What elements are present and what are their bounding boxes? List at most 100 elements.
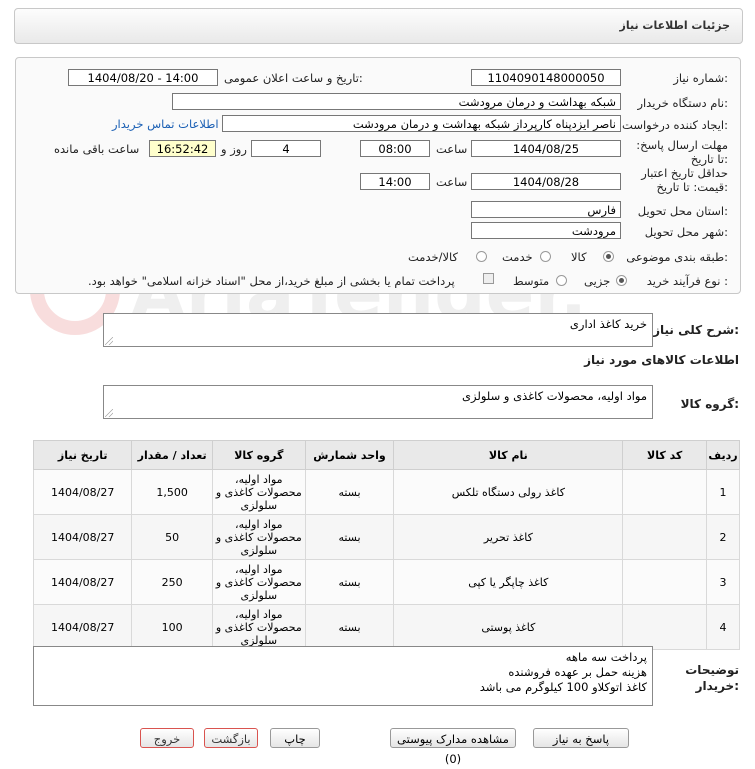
deadline-label: مهلت ارسال پاسخ: تا تاریخ: <box>636 138 728 166</box>
cell-group: مواد اولیه، محصولات کاغذی و سلولزی <box>211 559 306 605</box>
cell-group: مواد اولیه، محصولات کاغذی و سلولزی <box>211 514 306 560</box>
category-radio-service[interactable] <box>540 251 551 262</box>
process-option-minor: جزیی <box>584 274 611 288</box>
table-row: 1 کاغذ رولی دستگاه تلکس بسته مواد اولیه،… <box>32 469 740 515</box>
cell-name: کاغذ چاپگر یا کپی <box>393 559 624 605</box>
deadline-time-label: ساعت <box>436 142 468 156</box>
remaining-time-label: ساعت باقی مانده <box>54 142 140 156</box>
column-header-date: تاریخ نیاز <box>32 440 133 470</box>
cell-name: کاغذ پوستی <box>393 604 624 650</box>
view-attachments-button[interactable]: مشاهده مدارک پیوستی (0) <box>390 728 516 766</box>
goods-info-title: اطلاعات کالاهای مورد نیاز <box>584 353 739 367</box>
days-remaining-field: 4 <box>251 140 321 157</box>
category-option-service: خدمت <box>502 250 533 264</box>
buyer-notes-line: کاغذ اتوکلاو 100 کیلوگرم می باشد <box>479 680 647 694</box>
goods-group-field: مواد اولیه، محصولات کاغذی و سلولزی <box>103 385 653 419</box>
cell-date: 1404/08/27 <box>32 469 133 515</box>
process-radio-minor[interactable] <box>616 275 627 286</box>
cell-date: 1404/08/27 <box>32 604 133 650</box>
table-row: 2 کاغذ تحریر بسته مواد اولیه، محصولات کا… <box>32 514 740 560</box>
cell-unit: بسته <box>304 514 395 560</box>
cell-code <box>622 559 708 605</box>
process-radio-medium[interactable] <box>556 275 567 286</box>
column-header-quantity: تعداد / مقدار <box>131 440 213 470</box>
cell-row-number: 1 <box>706 469 740 515</box>
page-header: جزئیات اطلاعات نیاز <box>14 8 743 44</box>
need-number-field: 1104090148000050 <box>471 69 621 86</box>
buyer-notes-line: پرداخت سه ماهه <box>565 650 647 664</box>
days-label: روز و <box>221 142 247 156</box>
page-title: جزئیات اطلاعات نیاز <box>619 19 731 32</box>
province-field: فارس <box>471 201 621 218</box>
column-header-unit: واحد شمارش <box>304 440 395 470</box>
city-label: شهر محل تحویل: <box>644 225 728 239</box>
cell-date: 1404/08/27 <box>32 559 133 605</box>
creator-field: ناصر ایزدپناه کارپرداز شبکه بهداشت و درم… <box>222 115 621 132</box>
goods-table: ردیف کد کالا نام کالا واحد شمارش گروه کا… <box>32 440 740 650</box>
goods-group-text: مواد اولیه، محصولات کاغذی و سلولزی <box>462 389 647 403</box>
cell-quantity: 100 <box>131 604 213 650</box>
column-header-code: کد کالا <box>622 440 708 470</box>
cell-code <box>622 604 708 650</box>
buyer-notes-field: پرداخت سه ماهه هزینه حمل بر عهده فروشنده… <box>33 646 653 706</box>
cell-unit: بسته <box>304 559 395 605</box>
category-radio-goods[interactable] <box>603 251 614 262</box>
treasury-payment-checkbox[interactable] <box>483 273 494 284</box>
summary-field: خرید کاغذ اداری <box>103 313 653 347</box>
cell-quantity: 50 <box>131 514 213 560</box>
exit-button[interactable]: خروج <box>140 728 194 748</box>
cell-row-number: 4 <box>706 604 740 650</box>
resize-handle-icon[interactable] <box>105 337 113 345</box>
table-header-row: ردیف کد کالا نام کالا واحد شمارش گروه کا… <box>32 440 740 470</box>
category-option-goods: کالا <box>571 250 587 264</box>
process-type-label: نوع فرآیند خرید : <box>646 274 728 288</box>
cell-group: مواد اولیه، محصولات کاغذی و سلولزی <box>211 469 306 515</box>
goods-group-label: گروه کالا: <box>680 397 739 411</box>
announce-field: 1404/08/20 - 14:00 <box>68 69 218 86</box>
validity-date-field: 1404/08/28 <box>471 173 621 190</box>
cell-name: کاغذ تحریر <box>393 514 624 560</box>
process-option-medium: متوسط <box>513 274 550 288</box>
cell-code <box>622 514 708 560</box>
deadline-date-field: 1404/08/25 <box>471 140 621 157</box>
summary-label: شرح کلی نیاز: <box>653 323 739 337</box>
table-row: 3 کاغذ چاپگر یا کپی بسته مواد اولیه، محص… <box>32 559 740 605</box>
cell-quantity: 250 <box>131 559 213 605</box>
cell-name: کاغذ رولی دستگاه تلکس <box>393 469 624 515</box>
deadline-time-field: 08:00 <box>360 140 430 157</box>
province-label: استان محل تحویل: <box>637 204 728 218</box>
column-header-row-number: ردیف <box>706 440 740 470</box>
reply-to-need-button[interactable]: پاسخ به نیاز <box>533 728 629 748</box>
resize-handle-icon[interactable] <box>105 409 113 417</box>
need-number-label: شماره نیاز: <box>673 71 728 85</box>
buyer-notes-line: هزینه حمل بر عهده فروشنده <box>508 665 647 679</box>
cell-row-number: 3 <box>706 559 740 605</box>
contact-buyer-link[interactable]: اطلاعات تماس خریدار <box>112 117 219 131</box>
buyer-org-label: نام دستگاه خریدار: <box>637 96 728 110</box>
cell-row-number: 2 <box>706 514 740 560</box>
column-header-name: نام کالا <box>393 440 624 470</box>
cell-unit: بسته <box>304 604 395 650</box>
validity-time-field: 14:00 <box>360 173 430 190</box>
print-button[interactable]: چاپ <box>270 728 320 748</box>
table-row: 4 کاغذ پوستی بسته مواد اولیه، محصولات کا… <box>32 604 740 650</box>
validity-time-label: ساعت <box>436 175 468 189</box>
cell-date: 1404/08/27 <box>32 514 133 560</box>
validity-label: حداقل تاریخ اعتبار قیمت: تا تاریخ: <box>641 166 728 194</box>
cell-unit: بسته <box>304 469 395 515</box>
category-radio-goods-service[interactable] <box>476 251 487 262</box>
cell-group: مواد اولیه، محصولات کاغذی و سلولزی <box>211 604 306 650</box>
summary-text: خرید کاغذ اداری <box>569 317 647 331</box>
announce-label: تاریخ و ساعت اعلان عمومی: <box>224 71 363 85</box>
remaining-time-field: 16:52:42 <box>149 140 216 157</box>
back-button[interactable]: بازگشت <box>204 728 258 748</box>
city-field: مرودشت <box>471 222 621 239</box>
category-option-goods-service: کالا/خدمت <box>408 250 459 264</box>
creator-label: ایجاد کننده درخواست: <box>622 118 728 132</box>
treasury-payment-note: پرداخت تمام یا بخشی از مبلغ خرید،از محل … <box>88 274 455 288</box>
cell-quantity: 1,500 <box>131 469 213 515</box>
buyer-org-field: شبکه بهداشت و درمان مرودشت <box>172 93 621 110</box>
category-label: طبقه بندی موضوعی: <box>626 250 728 264</box>
buyer-notes-label: توضیحات خریدار: <box>685 663 739 693</box>
need-info-panel: شماره نیاز: 1104090148000050 تاریخ و ساع… <box>15 57 741 294</box>
